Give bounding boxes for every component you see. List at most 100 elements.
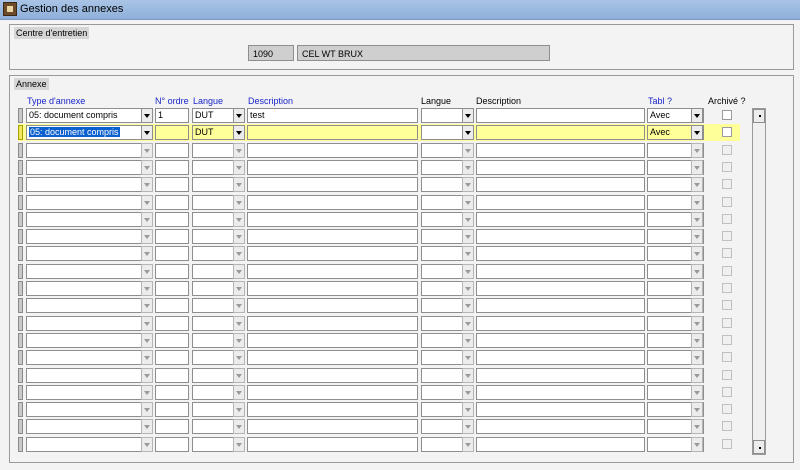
archive-checkbox[interactable]: [722, 318, 732, 328]
chevron-down-icon[interactable]: [233, 229, 245, 244]
chevron-down-icon[interactable]: [233, 298, 245, 313]
type-annexe-field[interactable]: [26, 246, 153, 261]
chevron-down-icon[interactable]: [462, 160, 474, 175]
chevron-down-icon[interactable]: [141, 419, 153, 434]
chevron-down-icon[interactable]: [233, 195, 245, 210]
chevron-down-icon[interactable]: [141, 143, 153, 158]
description-2-field[interactable]: [476, 298, 645, 313]
row-indicator[interactable]: [18, 333, 23, 348]
ordre-field[interactable]: [155, 368, 189, 383]
type-annexe-field[interactable]: [26, 419, 153, 434]
chevron-down-icon[interactable]: [141, 264, 153, 279]
type-annexe-field[interactable]: [26, 264, 153, 279]
description-field[interactable]: [247, 143, 418, 158]
chevron-down-icon[interactable]: [233, 160, 245, 175]
chevron-down-icon[interactable]: [691, 125, 703, 140]
archive-checkbox[interactable]: [722, 300, 732, 310]
ordre-field[interactable]: [155, 160, 189, 175]
chevron-down-icon[interactable]: [233, 316, 245, 331]
ordre-field[interactable]: [155, 264, 189, 279]
description-2-field[interactable]: [476, 316, 645, 331]
chevron-down-icon[interactable]: [691, 385, 703, 400]
ordre-field[interactable]: [155, 281, 189, 296]
table-row[interactable]: [18, 229, 758, 244]
archive-checkbox[interactable]: [722, 370, 732, 380]
chevron-down-icon[interactable]: [462, 195, 474, 210]
description-field[interactable]: [247, 385, 418, 400]
description-2-field[interactable]: [476, 246, 645, 261]
chevron-down-icon[interactable]: [141, 125, 153, 140]
chevron-down-icon[interactable]: [233, 212, 245, 227]
archive-checkbox[interactable]: [722, 283, 732, 293]
chevron-down-icon[interactable]: [691, 264, 703, 279]
chevron-down-icon[interactable]: [462, 368, 474, 383]
chevron-down-icon[interactable]: [233, 333, 245, 348]
description-field[interactable]: [247, 419, 418, 434]
type-annexe-field[interactable]: [26, 177, 153, 192]
archive-checkbox[interactable]: [722, 352, 732, 362]
ordre-field[interactable]: [155, 195, 189, 210]
description-field[interactable]: [247, 177, 418, 192]
archive-checkbox[interactable]: [722, 214, 732, 224]
chevron-down-icon[interactable]: [691, 437, 703, 452]
ordre-field[interactable]: [155, 143, 189, 158]
chevron-down-icon[interactable]: [233, 402, 245, 417]
type-annexe-field[interactable]: [26, 437, 153, 452]
description-field[interactable]: [247, 195, 418, 210]
description-field[interactable]: [247, 368, 418, 383]
ordre-field[interactable]: [155, 125, 189, 140]
description-field[interactable]: [247, 160, 418, 175]
chevron-down-icon[interactable]: [141, 177, 153, 192]
chevron-down-icon[interactable]: [462, 316, 474, 331]
description-field[interactable]: [247, 333, 418, 348]
row-indicator[interactable]: [18, 437, 23, 452]
description-2-field[interactable]: [476, 264, 645, 279]
chevron-down-icon[interactable]: [462, 298, 474, 313]
description-2-field[interactable]: [476, 229, 645, 244]
ordre-field[interactable]: [155, 212, 189, 227]
chevron-down-icon[interactable]: [691, 419, 703, 434]
chevron-down-icon[interactable]: [233, 108, 245, 123]
table-row[interactable]: [18, 264, 758, 279]
chevron-down-icon[interactable]: [141, 368, 153, 383]
description-2-field[interactable]: [476, 108, 645, 123]
table-row[interactable]: [18, 281, 758, 296]
chevron-down-icon[interactable]: [462, 143, 474, 158]
row-indicator[interactable]: [18, 316, 23, 331]
chevron-down-icon[interactable]: [141, 195, 153, 210]
row-indicator[interactable]: [18, 229, 23, 244]
row-indicator[interactable]: [18, 402, 23, 417]
table-row[interactable]: [18, 316, 758, 331]
table-row[interactable]: [18, 143, 758, 158]
archive-checkbox[interactable]: [722, 266, 732, 276]
ordre-field[interactable]: [155, 229, 189, 244]
chevron-down-icon[interactable]: [462, 385, 474, 400]
chevron-down-icon[interactable]: [462, 437, 474, 452]
chevron-down-icon[interactable]: [462, 229, 474, 244]
chevron-down-icon[interactable]: [141, 229, 153, 244]
chevron-down-icon[interactable]: [462, 264, 474, 279]
ordre-field[interactable]: [155, 419, 189, 434]
chevron-down-icon[interactable]: [462, 246, 474, 261]
description-2-field[interactable]: [476, 368, 645, 383]
description-field[interactable]: [247, 437, 418, 452]
chevron-down-icon[interactable]: [141, 212, 153, 227]
type-annexe-field[interactable]: [26, 298, 153, 313]
chevron-down-icon[interactable]: [462, 281, 474, 296]
chevron-down-icon[interactable]: [691, 212, 703, 227]
ordre-field[interactable]: [155, 350, 189, 365]
ordre-field[interactable]: [155, 385, 189, 400]
chevron-down-icon[interactable]: [691, 281, 703, 296]
description-field[interactable]: [247, 264, 418, 279]
row-indicator[interactable]: [18, 125, 23, 140]
chevron-down-icon[interactable]: [462, 419, 474, 434]
description-field[interactable]: [247, 246, 418, 261]
type-annexe-field[interactable]: 05: document compris: [26, 108, 153, 123]
table-row[interactable]: [18, 298, 758, 313]
chevron-down-icon[interactable]: [141, 316, 153, 331]
ordre-field[interactable]: [155, 333, 189, 348]
chevron-down-icon[interactable]: [233, 246, 245, 261]
ordre-field[interactable]: [155, 177, 189, 192]
row-indicator[interactable]: [18, 419, 23, 434]
description-2-field[interactable]: [476, 419, 645, 434]
